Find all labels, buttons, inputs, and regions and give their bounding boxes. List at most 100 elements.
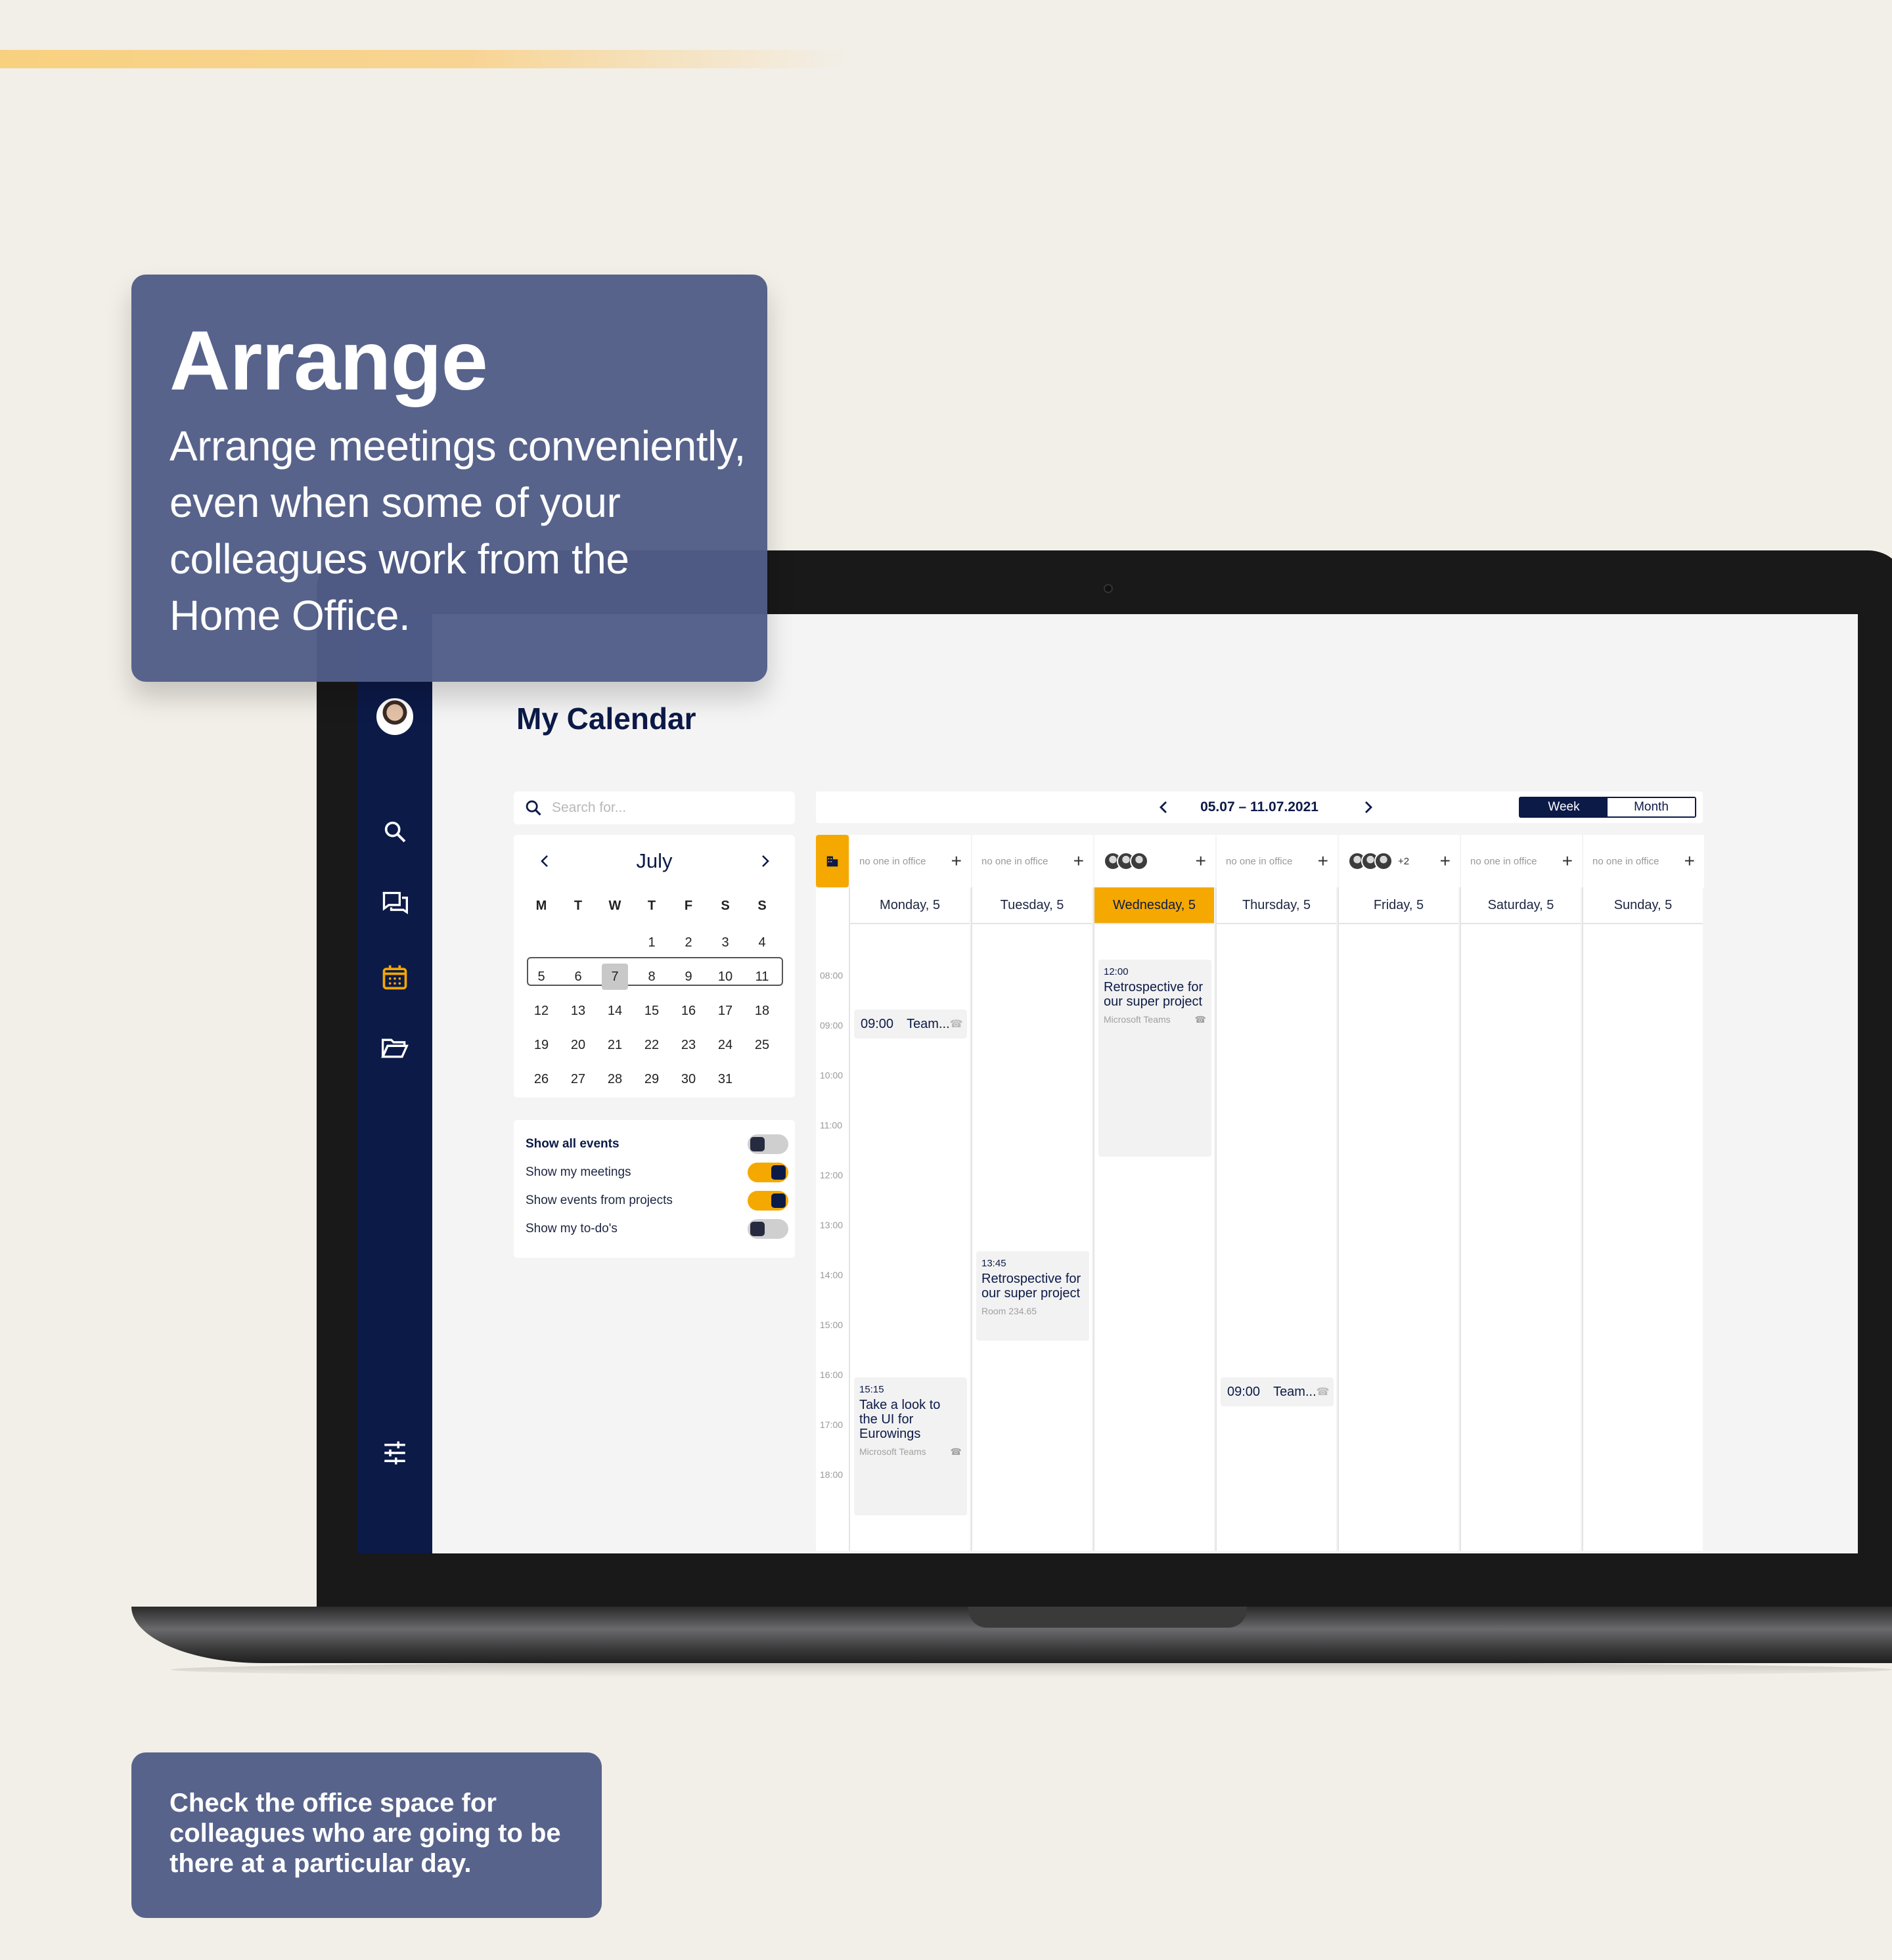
hour-label: 14:00 <box>820 1270 844 1280</box>
avatar <box>1374 852 1393 870</box>
event-card[interactable]: 12:00 Retrospective for our super project… <box>1098 960 1211 1157</box>
office-icon <box>816 835 849 887</box>
event-location: Room 234.65 <box>981 1306 1037 1316</box>
event-card[interactable]: 09:00 Team... ☎ <box>1221 1377 1334 1406</box>
calendar-day[interactable]: 30 <box>675 1066 702 1092</box>
filter-toggle[interactable] <box>748 1191 788 1211</box>
week-view-button[interactable]: Week <box>1520 798 1608 816</box>
day-column[interactable]: Friday, 5 <box>1338 887 1458 1551</box>
weekday-label: T <box>574 898 583 913</box>
calendar-day[interactable]: 11 <box>749 964 775 990</box>
day-header[interactable]: Saturday, 5 <box>1461 887 1581 924</box>
calendar-day[interactable]: 2 <box>675 929 702 956</box>
calendar-day[interactable]: 22 <box>639 1032 665 1058</box>
view-switch: Week Month <box>1519 797 1696 818</box>
day-column[interactable]: Tuesday, 5 13:45 Retrospective for our sup… <box>971 887 1092 1551</box>
settings-sliders-icon[interactable] <box>380 1438 410 1468</box>
calendar-day[interactable]: 10 <box>712 964 738 990</box>
add-presence-button[interactable]: + <box>1073 851 1084 872</box>
event-location: Microsoft Teams <box>1104 1014 1171 1025</box>
chevron-right-icon[interactable] <box>752 848 778 874</box>
weekday-label: S <box>721 898 730 913</box>
search-input[interactable]: Search for... <box>552 800 626 816</box>
calendar-day[interactable]: 26 <box>528 1066 554 1092</box>
calendar-icon[interactable] <box>380 962 410 992</box>
event-time: 12:00 <box>1104 966 1129 977</box>
hour-label: 15:00 <box>820 1320 844 1330</box>
office-presence: no one in office + <box>972 835 1093 887</box>
calendar-day[interactable]: 8 <box>639 964 665 990</box>
calendar-day[interactable]: 24 <box>712 1032 738 1058</box>
chevron-left-icon[interactable] <box>1151 794 1177 820</box>
calendar-day[interactable]: 14 <box>602 998 628 1024</box>
colleague-avatars[interactable]: +2 <box>1348 852 1409 870</box>
calendar-day[interactable]: 9 <box>675 964 702 990</box>
day-column[interactable]: Saturday, 5 <box>1460 887 1581 1551</box>
filter-toggle[interactable] <box>748 1134 788 1154</box>
calendar-day[interactable]: 16 <box>675 998 702 1024</box>
search-field[interactable]: Search for... <box>514 791 795 824</box>
day-column[interactable]: Monday, 5 09:00 Team... ☎ 15:15 Take a look t… <box>849 887 970 1551</box>
calendar-day[interactable]: 18 <box>749 998 775 1024</box>
calendar-day[interactable]: 23 <box>675 1032 702 1058</box>
calendar-day[interactable]: 19 <box>528 1032 554 1058</box>
calendar-day[interactable]: 4 <box>749 929 775 956</box>
day-header[interactable]: Monday, 5 <box>850 887 970 924</box>
folder-icon[interactable] <box>380 1033 410 1063</box>
calendar-day[interactable]: 15 <box>639 998 665 1024</box>
day-header[interactable]: Sunday, 5 <box>1583 887 1703 924</box>
day-header[interactable]: Wednesday, 5 <box>1094 887 1214 924</box>
calendar-day[interactable]: 20 <box>565 1032 591 1058</box>
laptop-camera <box>1104 584 1113 593</box>
calendar-day[interactable]: 27 <box>565 1066 591 1092</box>
event-card[interactable]: 15:15 Take a look to the UI for Eurowings… <box>854 1377 967 1515</box>
day-header[interactable]: Tuesday, 5 <box>972 887 1092 924</box>
calendar-day[interactable]: 29 <box>639 1066 665 1092</box>
info-card: Check the office space for colleagues wh… <box>131 1752 602 1918</box>
chat-icon[interactable] <box>380 889 410 919</box>
calendar-day[interactable]: 7 <box>602 964 628 990</box>
chevron-left-icon[interactable] <box>532 848 558 874</box>
event-card[interactable]: 09:00 Team... ☎ <box>854 1010 967 1038</box>
day-column[interactable]: Wednesday, 5 12:00 Retrospective for our s… <box>1093 887 1214 1551</box>
calendar-day[interactable]: 17 <box>712 998 738 1024</box>
calendar-day[interactable]: 3 <box>712 929 738 956</box>
filter-row: Show events from projects <box>526 1190 788 1212</box>
add-presence-button[interactable]: + <box>1196 851 1206 872</box>
avatar[interactable] <box>376 698 413 735</box>
calendar-day[interactable]: 25 <box>749 1032 775 1058</box>
colleague-avatars[interactable] <box>1104 852 1148 870</box>
filter-label: Show my to-do's <box>526 1222 618 1236</box>
calendar-day[interactable]: 5 <box>528 964 554 990</box>
event-card[interactable]: 13:45 Retrospective for our super project… <box>976 1251 1089 1341</box>
add-presence-button[interactable]: + <box>1318 851 1328 872</box>
calendar-day[interactable]: 21 <box>602 1032 628 1058</box>
month-view-button[interactable]: Month <box>1608 798 1695 816</box>
day-header[interactable]: Friday, 5 <box>1339 887 1458 924</box>
day-column[interactable]: Thursday, 5 09:00 Team... ☎ <box>1215 887 1336 1551</box>
search-icon[interactable] <box>380 816 410 847</box>
week-navigation: 05.07 – 11.07.2021 Week Month <box>816 791 1703 823</box>
event-time: 09:00 <box>1227 1384 1261 1399</box>
phone-icon: ☎ <box>1194 1014 1206 1025</box>
event-title: Retrospective for our super project <box>981 1272 1081 1301</box>
calendar-day[interactable]: 1 <box>639 929 665 956</box>
filter-toggle[interactable] <box>748 1163 788 1182</box>
add-presence-button[interactable]: + <box>951 851 962 872</box>
hour-label: 17:00 <box>820 1419 844 1430</box>
calendar-day[interactable]: 12 <box>528 998 554 1024</box>
add-presence-button[interactable]: + <box>1440 851 1451 872</box>
add-presence-button[interactable]: + <box>1562 851 1573 872</box>
calendar-day[interactable]: 6 <box>565 964 591 990</box>
event-filters: Show all events Show my meetings Show even… <box>514 1120 795 1258</box>
toggle-knob <box>750 1137 765 1151</box>
filter-toggle[interactable] <box>748 1219 788 1239</box>
office-presence: +2 + <box>1339 835 1460 887</box>
day-header[interactable]: Thursday, 5 <box>1217 887 1336 924</box>
day-column[interactable]: Sunday, 5 <box>1582 887 1703 1551</box>
calendar-day[interactable]: 13 <box>565 998 591 1024</box>
add-presence-button[interactable]: + <box>1684 851 1695 872</box>
calendar-day[interactable]: 28 <box>602 1066 628 1092</box>
chevron-right-icon[interactable] <box>1355 794 1381 820</box>
calendar-day[interactable]: 31 <box>712 1066 738 1092</box>
